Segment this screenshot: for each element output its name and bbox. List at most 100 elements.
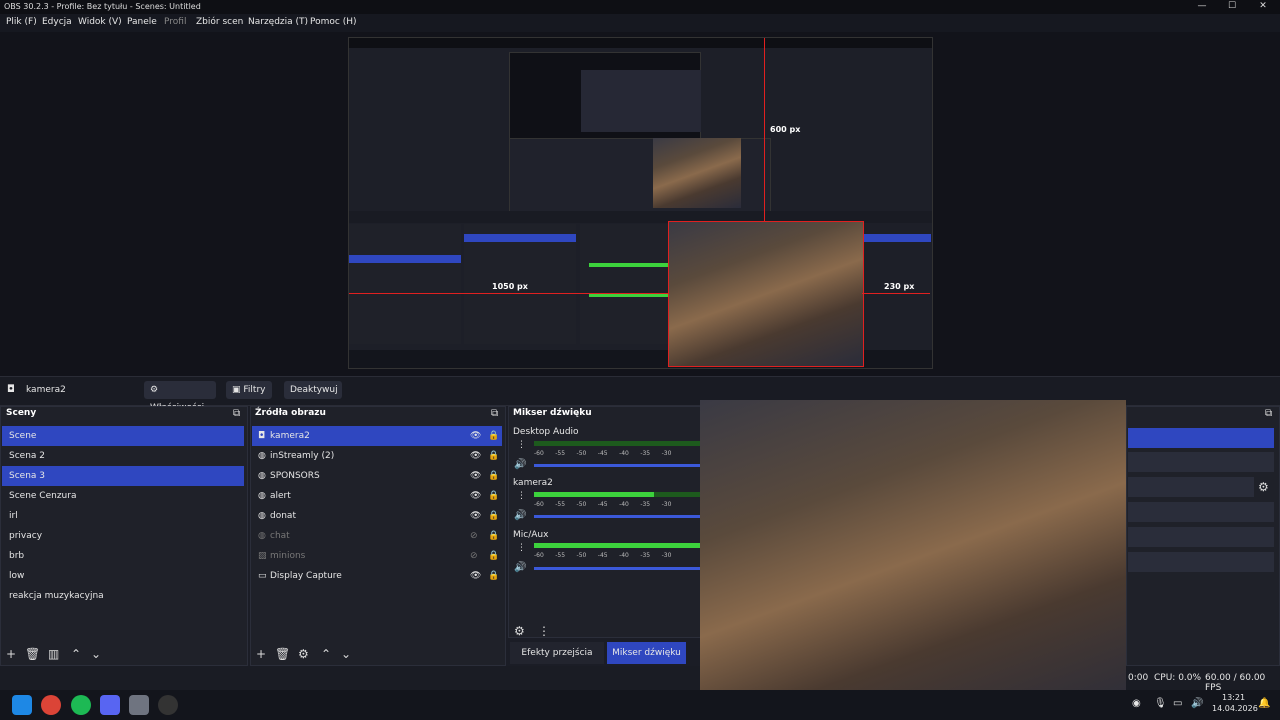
control-button[interactable]	[1128, 477, 1254, 497]
eye-hidden-icon[interactable]: ⊘	[470, 526, 478, 546]
add-source-icon[interactable]: +	[256, 647, 266, 661]
gear-icon[interactable]: ⚙	[514, 624, 525, 638]
menu-dots-icon[interactable]: ⋮	[517, 491, 526, 501]
lock-icon[interactable]: 🔒	[488, 506, 499, 526]
close-button[interactable]: ✕	[1256, 1, 1270, 11]
scenes-list: Scene Scena 2 Scena 3 Scene Cenzura irl …	[2, 426, 244, 606]
lock-icon[interactable]: 🔒	[488, 466, 499, 486]
lock-icon[interactable]: 🔒	[488, 446, 499, 466]
speaker-icon[interactable]: 🔊	[514, 459, 526, 470]
move-down-icon[interactable]: ⌄	[341, 647, 351, 661]
start-streaming-button[interactable]	[1128, 428, 1274, 448]
trash-icon[interactable]: 🗑	[275, 647, 290, 661]
deactivate-button[interactable]: Deaktywuj	[284, 381, 342, 399]
notification-bell-icon[interactable]: 🔔	[1258, 698, 1270, 709]
microphone-icon[interactable]: 🎙	[1154, 698, 1167, 709]
source-item[interactable]: ◍ inStreamly (2) 👁 🔒	[252, 446, 502, 466]
gear-icon[interactable]: ⚙	[1258, 480, 1269, 494]
scene-item[interactable]: low	[2, 566, 244, 586]
maximize-button[interactable]: ☐	[1225, 1, 1239, 11]
scene-item[interactable]: Scena 2	[2, 446, 244, 466]
menu-dots-icon[interactable]: ⋮	[517, 440, 526, 450]
undock-icon[interactable]: ⧉	[233, 408, 240, 419]
scene-item[interactable]: Scena 3	[2, 466, 244, 486]
eye-icon[interactable]: 👁	[470, 566, 481, 586]
source-item[interactable]: ◍ alert 👁 🔒	[252, 486, 502, 506]
move-down-icon[interactable]: ⌄	[91, 647, 101, 661]
lock-icon[interactable]: 🔒	[488, 486, 499, 506]
scene-item[interactable]: brb	[2, 546, 244, 566]
menu-file[interactable]: Plik (F)	[6, 17, 37, 27]
menu-scene-collection[interactable]: Zbiór scen	[196, 17, 243, 27]
minimize-button[interactable]: —	[1195, 1, 1209, 11]
speaker-icon[interactable]: 🔊	[514, 510, 526, 521]
gear-icon[interactable]: ⚙	[298, 647, 309, 661]
discord-icon[interactable]	[100, 695, 120, 715]
windows-start-icon[interactable]	[12, 695, 32, 715]
tick-label: -50	[576, 450, 587, 457]
filters-button[interactable]: ▣ Filtry	[226, 381, 272, 399]
volume-meter-level	[534, 492, 654, 497]
scene-item[interactable]: reakcja muzykacyjna	[2, 586, 244, 606]
source-label: donat	[270, 511, 296, 521]
scene-item[interactable]: irl	[2, 506, 244, 526]
obs-icon[interactable]	[158, 695, 178, 715]
scene-item[interactable]: privacy	[2, 526, 244, 546]
eye-hidden-icon[interactable]: ⊘	[470, 546, 478, 566]
control-button[interactable]	[1128, 552, 1274, 572]
settings-icon[interactable]	[129, 695, 149, 715]
tab-mixer[interactable]: Mikser dźwięku	[607, 642, 686, 664]
discord-tray-icon[interactable]: ◉	[1132, 698, 1141, 709]
chrome-icon[interactable]	[41, 695, 61, 715]
filter-scene-icon[interactable]: ▥	[48, 647, 59, 661]
globe-icon: ◍	[258, 471, 266, 481]
undock-icon[interactable]: ⧉	[1265, 408, 1272, 419]
volume-slider[interactable]	[534, 515, 700, 518]
lock-icon[interactable]: 🔒	[488, 526, 499, 546]
eye-icon[interactable]: 👁	[470, 486, 481, 506]
menu-dots-icon[interactable]: ⋮	[538, 624, 550, 638]
undock-icon[interactable]: ⧉	[491, 408, 498, 419]
menu-tools[interactable]: Narzędzia (T)	[248, 17, 308, 27]
volume-slider[interactable]	[534, 567, 700, 570]
source-item[interactable]: ◍ donat 👁 🔒	[252, 506, 502, 526]
volume-slider[interactable]	[534, 464, 700, 467]
menu-profile[interactable]: Profil	[164, 17, 186, 27]
add-scene-icon[interactable]: +	[6, 647, 16, 661]
source-item[interactable]: ◘ kamera2 👁 🔒	[252, 426, 502, 446]
network-icon[interactable]: ▭	[1173, 698, 1182, 709]
menu-edit[interactable]: Edycja	[42, 17, 72, 27]
control-button[interactable]	[1128, 527, 1274, 547]
camera-icon: ◘	[7, 384, 15, 395]
spotify-icon[interactable]	[71, 695, 91, 715]
speaker-icon[interactable]: 🔊	[514, 562, 526, 573]
source-item[interactable]: ◍ chat ⊘ 🔒	[252, 526, 502, 546]
eye-icon[interactable]: 👁	[470, 426, 481, 446]
move-up-icon[interactable]: ⌃	[321, 647, 331, 661]
properties-button[interactable]: ⚙ Właściwości	[144, 381, 216, 413]
menu-dots-icon[interactable]: ⋮	[517, 543, 526, 553]
volume-icon[interactable]: 🔊	[1191, 698, 1203, 709]
source-item[interactable]: ▨ minions ⊘ 🔒	[252, 546, 502, 566]
eye-icon[interactable]: 👁	[470, 466, 481, 486]
eye-icon[interactable]: 👁	[470, 506, 481, 526]
tab-transitions[interactable]: Efekty przejścia scen	[510, 642, 604, 680]
source-item[interactable]: ▭ Display Capture 👁 🔒	[252, 566, 502, 586]
cpu-usage: CPU: 0.0%	[1154, 673, 1202, 683]
lock-icon[interactable]: 🔒	[488, 546, 499, 566]
move-up-icon[interactable]: ⌃	[71, 647, 81, 661]
control-button[interactable]	[1128, 452, 1274, 472]
scene-item[interactable]: Scene	[2, 426, 244, 446]
lock-icon[interactable]: 🔒	[488, 426, 499, 446]
menu-help[interactable]: Pomoc (H)	[310, 17, 357, 27]
source-item[interactable]: ◍ SPONSORS 👁 🔒	[252, 466, 502, 486]
lock-icon[interactable]: 🔒	[488, 566, 499, 586]
mixer-channel-name: Mic/Aux	[513, 530, 549, 540]
menu-view[interactable]: Widok (V)	[78, 17, 122, 27]
menu-docks[interactable]: Panele	[127, 17, 157, 27]
control-button[interactable]	[1128, 502, 1274, 522]
scene-item[interactable]: Scene Cenzura	[2, 486, 244, 506]
camera-source-preview[interactable]	[668, 221, 864, 367]
eye-icon[interactable]: 👁	[470, 446, 481, 466]
trash-icon[interactable]: 🗑	[25, 647, 40, 661]
